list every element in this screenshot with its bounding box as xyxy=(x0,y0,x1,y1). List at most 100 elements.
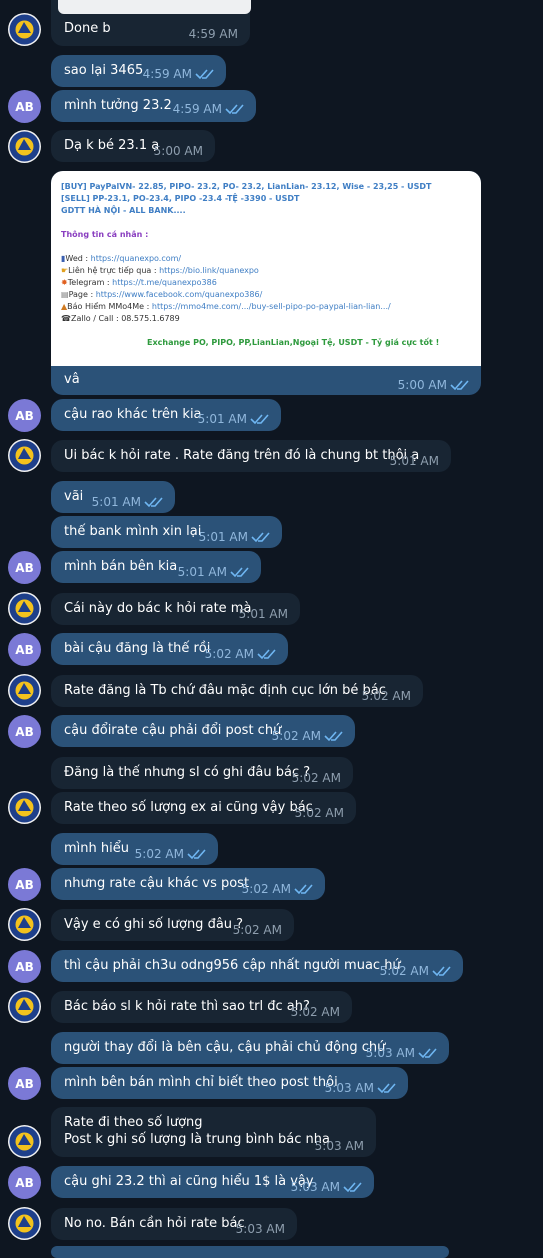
message-time: 5:03 AM xyxy=(235,1222,285,1236)
page-link[interactable]: https://www.facebook.com/quanexpo386/ xyxy=(96,290,263,299)
message-time: 5:02 AM xyxy=(294,806,344,820)
wed-label: Wed : xyxy=(65,254,91,263)
user-avatar[interactable]: AB xyxy=(8,950,41,983)
message-text: người thay đổi là bên cậu, cậu phải chủ … xyxy=(64,1040,386,1055)
message-time: 5:01 AM xyxy=(91,495,141,509)
read-receipt-icon xyxy=(251,532,270,543)
message-bubble[interactable]: Rate đi theo số lượng Post k ghi số lượn… xyxy=(51,1107,376,1157)
message-text: thì cậu phải ch3u odng956 cập nhất người… xyxy=(64,958,401,973)
message-time: 5:02 AM xyxy=(291,771,341,785)
link-preview-image[interactable]: [BUY] PayPalVN- 22.85, PIPO- 23.2, PO- 2… xyxy=(51,171,481,366)
message-text: Vậy e có ghi số lượng đâu ? xyxy=(64,917,244,932)
mmo-link[interactable]: https://mmo4me.com/.../buy-sell-pipo-po-… xyxy=(152,302,391,311)
user-avatar[interactable]: AB xyxy=(8,1067,41,1100)
message-bubble[interactable]: nhưng rate cậu khác vs post 5:02 AM xyxy=(51,868,325,900)
contact-link[interactable]: https://bio.link/quanexpo xyxy=(159,266,259,275)
message-text: mình hiểu xyxy=(64,841,129,856)
chat-screen: { "brand_colors": {"background":"#0e1621… xyxy=(0,0,543,1258)
message-bubble[interactable]: Vậy e có ghi số lượng đâu ? 5:02 AM xyxy=(51,909,294,941)
message-bubble[interactable] xyxy=(51,1246,449,1258)
message-time: 5:03 AM xyxy=(314,1139,364,1153)
message-bubble[interactable]: Dạ k bé 23.1 ạ 5:00 AM xyxy=(51,130,215,162)
message-time: 4:59 AM xyxy=(172,102,222,116)
message-text: Rate theo số lượng ex ai cũng vậy bác xyxy=(64,800,313,815)
message-time: 5:02 AM xyxy=(271,729,321,743)
message-text-line2: Post k ghi số lượng là trung bình bác nh… xyxy=(64,1132,330,1147)
contact-avatar[interactable] xyxy=(8,908,41,941)
user-avatar[interactable]: AB xyxy=(8,90,41,123)
user-avatar[interactable]: AB xyxy=(8,1166,41,1199)
message-text: Đăng là thế nhưng sl có ghi đâu bác ? xyxy=(64,765,311,780)
contact-avatar[interactable] xyxy=(8,674,41,707)
logo-icon xyxy=(9,593,40,624)
message-text: mình tưởng 23.2 xyxy=(64,98,172,113)
message-bubble[interactable]: người thay đổi là bên cậu, cậu phải chủ … xyxy=(51,1032,449,1064)
read-receipt-icon xyxy=(195,69,214,80)
logo-icon xyxy=(9,792,40,823)
message-bubble[interactable]: Cái này do bác k hỏi rate mà 5:01 AM xyxy=(51,593,300,625)
contact-avatar[interactable] xyxy=(8,13,41,46)
message-bubble[interactable]: thế bank mình xin lại 5:01 AM xyxy=(51,516,282,548)
message-time: 5:02 AM xyxy=(290,1005,340,1019)
message-text: sao lại 3465 xyxy=(64,63,144,78)
message-bubble[interactable]: mình bán bên kia 5:01 AM xyxy=(51,551,261,583)
message-text: Dạ k bé 23.1 ạ xyxy=(64,138,160,153)
read-receipt-icon xyxy=(418,1048,437,1059)
message-bubble[interactable]: thì cậu phải ch3u odng956 cập nhất người… xyxy=(51,950,463,982)
user-avatar[interactable]: AB xyxy=(8,551,41,584)
message-bubble[interactable]: Rate đăng là Tb chứ đâu mặc định cục lớn… xyxy=(51,675,423,707)
media-thumbnail[interactable] xyxy=(58,0,251,14)
message-text: Rate đăng là Tb chứ đâu mặc định cục lớn… xyxy=(64,683,386,698)
contact-avatar[interactable] xyxy=(8,990,41,1023)
message-bubble[interactable]: Ui bác k hỏi rate . Rate đăng trên đó là… xyxy=(51,440,451,472)
zalo-text: Zallo / Call : 08.575.1.6789 xyxy=(70,314,180,323)
user-avatar[interactable]: AB xyxy=(8,868,41,901)
message-bubble[interactable]: bài cậu đăng là thế rồi 5:02 AM xyxy=(51,633,288,665)
user-avatar[interactable]: AB xyxy=(8,633,41,666)
preview-footer: Exchange PO, PIPO, PP,LianLian,Ngoại Tệ,… xyxy=(147,338,440,347)
telegram-label: Telegram : xyxy=(67,278,113,287)
message-time: 5:01 AM xyxy=(238,607,288,621)
logo-icon xyxy=(9,675,40,706)
contact-avatar[interactable] xyxy=(8,791,41,824)
page-label: Page : xyxy=(68,290,96,299)
contact-avatar[interactable] xyxy=(8,439,41,472)
message-time: 5:00 AM xyxy=(397,378,447,392)
message-bubble[interactable]: Bác báo sl k hỏi rate thì sao trl đc ah?… xyxy=(51,991,352,1023)
message-text: cậu ghi 23.2 thì ai cũng hiểu 1$ là vậy xyxy=(64,1174,314,1189)
user-avatar[interactable]: AB xyxy=(8,715,41,748)
read-receipt-icon xyxy=(343,1182,362,1193)
message-text: cậu đổirate cậu phải đổi post chứ xyxy=(64,723,282,738)
preview-gdtt-line: GDTT HÀ NỘI - ALL BANK.... xyxy=(61,206,186,215)
message-bubble[interactable]: No no. Bán cần hỏi rate bác 5:03 AM xyxy=(51,1208,297,1240)
message-bubble[interactable]: Đăng là thế nhưng sl có ghi đâu bác ? 5:… xyxy=(51,757,353,789)
link-preview-message[interactable]: [BUY] PayPalVN- 22.85, PIPO- 23.2, PO- 2… xyxy=(51,171,481,395)
message-text: vãi xyxy=(64,489,84,504)
message-bubble[interactable]: cậu ghi 23.2 thì ai cũng hiểu 1$ là vậy … xyxy=(51,1166,374,1198)
message-bubble[interactable]: cậu đổirate cậu phải đổi post chứ 5:02 A… xyxy=(51,715,355,747)
message-bubble[interactable]: mình bên bán mình chỉ biết theo post thô… xyxy=(51,1067,408,1099)
user-avatar[interactable]: AB xyxy=(8,399,41,432)
message-bubble[interactable]: mình hiểu 5:02 AM xyxy=(51,833,218,865)
message-bubble[interactable]: Done b 4:59 AM xyxy=(51,0,251,46)
logo-icon xyxy=(9,440,40,471)
message-bubble[interactable]: cậu rao khác trên kia 5:01 AM xyxy=(51,399,281,431)
message-time: 5:03 AM xyxy=(365,1046,415,1060)
contact-avatar[interactable] xyxy=(8,592,41,625)
message-text: Ui bác k hỏi rate . Rate đăng trên đó là… xyxy=(64,448,420,463)
message-text: Cái này do bác k hỏi rate mà xyxy=(64,601,252,616)
message-bubble[interactable]: sao lại 3465 4:59 AM xyxy=(51,55,226,87)
message-bubble[interactable]: Rate theo số lượng ex ai cũng vậy bác 5:… xyxy=(51,792,356,824)
contact-avatar[interactable] xyxy=(8,1207,41,1240)
read-receipt-icon xyxy=(294,884,313,895)
contact-avatar[interactable] xyxy=(8,1125,41,1158)
telegram-link[interactable]: https://t.me/quanexpo386 xyxy=(112,278,217,287)
page-icon: ▤ xyxy=(61,290,69,299)
message-time: 4:59 AM xyxy=(142,67,192,81)
wed-link[interactable]: https://quanexpo.com/ xyxy=(91,254,181,263)
message-bubble[interactable]: mình tưởng 23.2 4:59 AM xyxy=(51,90,256,122)
message-time: 5:01 AM xyxy=(389,454,439,468)
message-bubble[interactable]: vãi 5:01 AM xyxy=(51,481,175,513)
logo-icon xyxy=(9,1208,40,1239)
contact-avatar[interactable] xyxy=(8,130,41,163)
